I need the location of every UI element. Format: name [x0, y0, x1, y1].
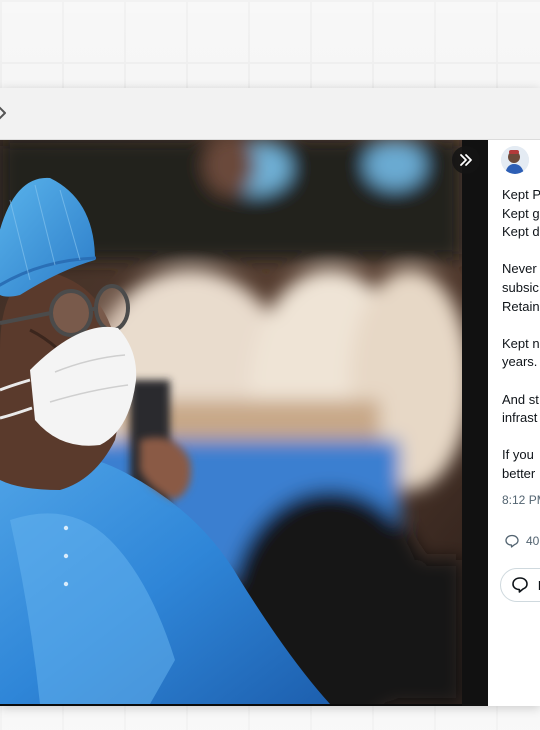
tweet-line: Never: [502, 261, 537, 277]
tweet-line: [502, 428, 540, 447]
tweet-text: Kept P Kept g Kept d Never subsic Retain Kep…: [502, 186, 540, 484]
expand-panel-button[interactable]: [452, 146, 480, 174]
tweet-line: Kept g: [502, 205, 540, 221]
tweet-line: infrast: [502, 410, 538, 426]
reply-button[interactable]: R: [500, 568, 540, 602]
avatar[interactable]: [501, 146, 529, 174]
tweet-line: And st: [502, 391, 539, 407]
title-bar: [0, 88, 540, 140]
tweet-line: If you: [502, 447, 534, 463]
speech-bubble-icon: [512, 577, 528, 593]
browser-window: Kept P Kept g Kept d Never subsic Retain Kep…: [0, 88, 540, 706]
tweet-line: [502, 372, 540, 391]
tweet-line: years.: [502, 354, 538, 370]
tweet-line: Kept n: [502, 335, 540, 351]
tweet-line: Kept d: [502, 224, 540, 240]
tweet-line: Kept P: [502, 187, 540, 202]
media-viewer: [0, 140, 488, 706]
speech-bubble-icon: [505, 534, 519, 548]
tweet-line: [502, 316, 540, 335]
tweet-line: subsic: [502, 279, 539, 295]
tweet-panel: Kept P Kept g Kept d Never subsic Retain Kep…: [488, 140, 540, 706]
viewer-side-strip: [462, 140, 488, 706]
tweet-line: better: [502, 465, 536, 481]
chevron-double-right-icon: [460, 154, 472, 166]
tweet-line: Retain: [502, 298, 540, 314]
chevron-left-icon[interactable]: [0, 102, 14, 124]
reply-count: 40: [526, 534, 540, 548]
tweet-line: [502, 242, 540, 261]
photo: [0, 140, 462, 704]
tweet-timestamp[interactable]: 8:12 PM: [502, 493, 540, 507]
reply-action[interactable]: 40: [504, 532, 539, 550]
